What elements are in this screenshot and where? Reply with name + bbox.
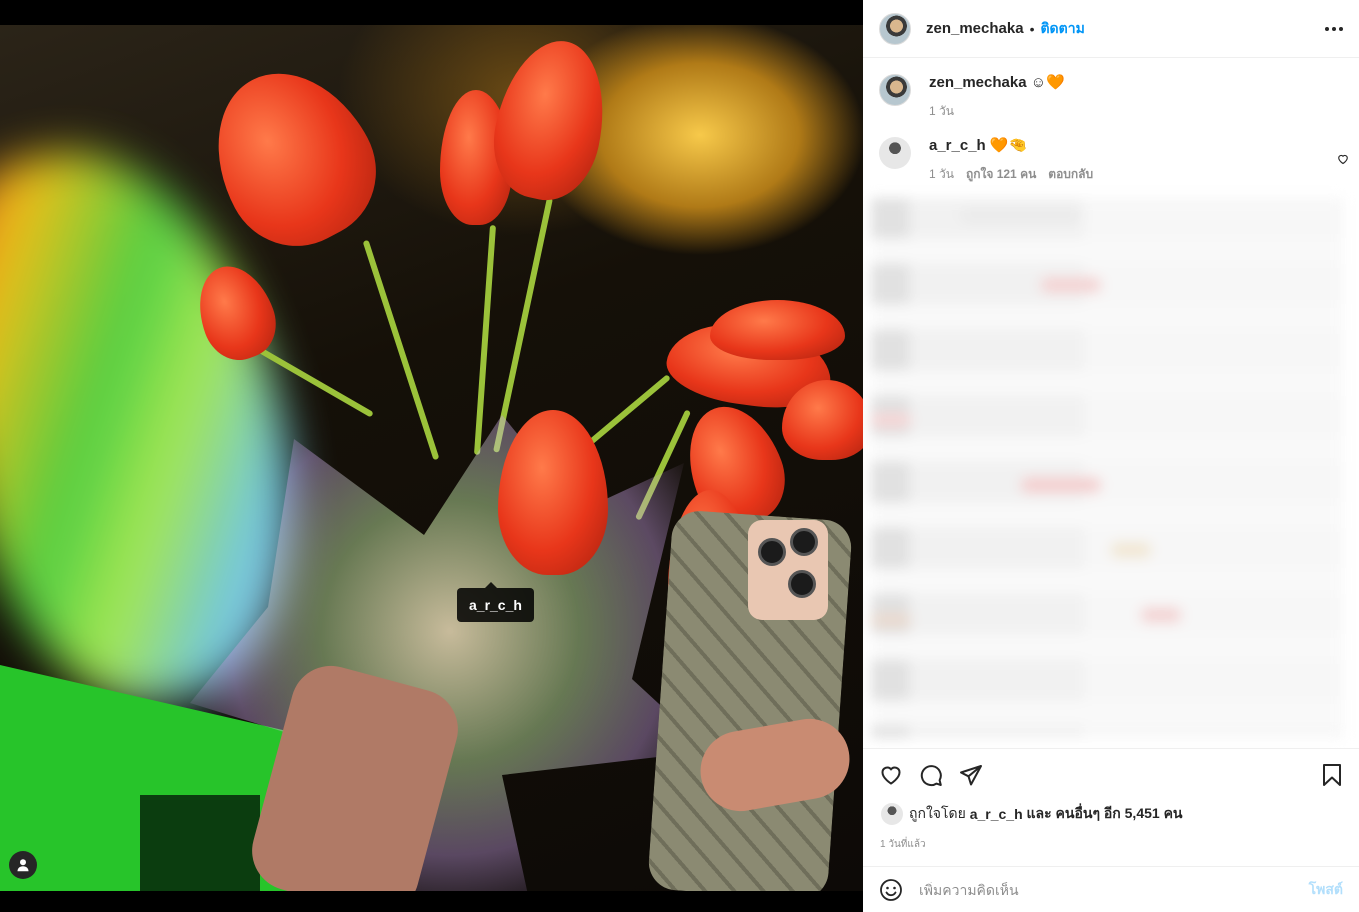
emoji-icon: [880, 878, 902, 901]
blurred-comments: [871, 198, 1343, 738]
comment-text: 🧡🤏: [989, 137, 1028, 154]
likes-user[interactable]: a_r_c_h: [970, 806, 1023, 822]
follow-button[interactable]: ติดตาม: [1040, 18, 1084, 40]
comment-input[interactable]: [919, 881, 1309, 898]
user-tag-button[interactable]: [9, 851, 37, 879]
comment-item: a_r_c_h 🧡🤏 1 วัน ถูกใจ 121 คน ตอบกลับ: [863, 121, 1359, 184]
tulip-stem: [473, 225, 497, 455]
tulip: [710, 300, 845, 360]
likes-summary: ถูกใจโดย a_r_c_h และ คนอื่นๆ อีก 5,451 ค…: [881, 803, 1359, 825]
caption-text: ☺🧡: [1030, 74, 1065, 91]
likes-others[interactable]: คนอื่นๆ อีก 5,451 คน: [1056, 803, 1183, 825]
tulip: [185, 45, 401, 270]
comment-time[interactable]: 1 วัน: [929, 165, 954, 184]
caption: zen_mechaka ☺🧡 1 วัน: [863, 58, 1359, 121]
post-panel: zen_mechaka • ติดตาม zen_mechaka ☺🧡 1 วั…: [863, 0, 1359, 912]
post-comment-button[interactable]: โพสต์: [1309, 879, 1343, 901]
avatar[interactable]: [879, 12, 911, 45]
post-media[interactable]: a_r_c_h: [0, 0, 863, 912]
comment-likes[interactable]: ถูกใจ 121 คน: [966, 165, 1036, 184]
likes-prefix: ถูกใจโดย: [909, 805, 966, 821]
avatar[interactable]: [879, 137, 911, 169]
bookmark-icon: [1323, 764, 1341, 786]
header-separator: •: [1029, 20, 1035, 37]
comments-list[interactable]: zen_mechaka ☺🧡 1 วัน a_r_c_h 🧡🤏 1 วัน ถู…: [863, 58, 1359, 748]
more-horizontal-icon: [1325, 26, 1343, 31]
post-actions: ถูกใจโดย a_r_c_h และ คนอื่นๆ อีก 5,451 ค…: [863, 748, 1359, 866]
comment-icon: [920, 765, 942, 787]
post-header: zen_mechaka • ติดตาม: [863, 0, 1359, 58]
comment-username[interactable]: a_r_c_h: [929, 137, 986, 154]
post-timestamp[interactable]: 1 วันที่แล้ว: [880, 837, 1359, 852]
save-button[interactable]: [1321, 763, 1343, 787]
avatar[interactable]: [881, 803, 903, 825]
add-comment-bar: โพสต์: [863, 866, 1359, 912]
like-button[interactable]: [879, 763, 903, 787]
heart-icon: [881, 766, 901, 785]
comment-like-button[interactable]: [1337, 153, 1349, 165]
comment-button[interactable]: [919, 763, 943, 787]
share-button[interactable]: [959, 763, 983, 787]
send-icon: [960, 765, 982, 786]
reply-button[interactable]: ตอบกลับ: [1048, 165, 1093, 184]
heart-icon: [1338, 154, 1348, 165]
more-options-button[interactable]: [1325, 26, 1343, 31]
caption-username[interactable]: zen_mechaka: [929, 74, 1027, 91]
phone-camera: [748, 520, 828, 620]
avatar[interactable]: [879, 74, 911, 106]
emoji-button[interactable]: [879, 878, 903, 902]
caption-time[interactable]: 1 วัน: [929, 102, 954, 121]
likes-middle: และ: [1026, 805, 1052, 821]
user-tag-label[interactable]: a_r_c_h: [457, 582, 534, 622]
tulip-stem: [362, 239, 440, 461]
post-photo[interactable]: [0, 25, 863, 891]
person-icon: [17, 859, 29, 872]
dark-shape: [140, 795, 260, 891]
header-username[interactable]: zen_mechaka: [926, 20, 1024, 37]
